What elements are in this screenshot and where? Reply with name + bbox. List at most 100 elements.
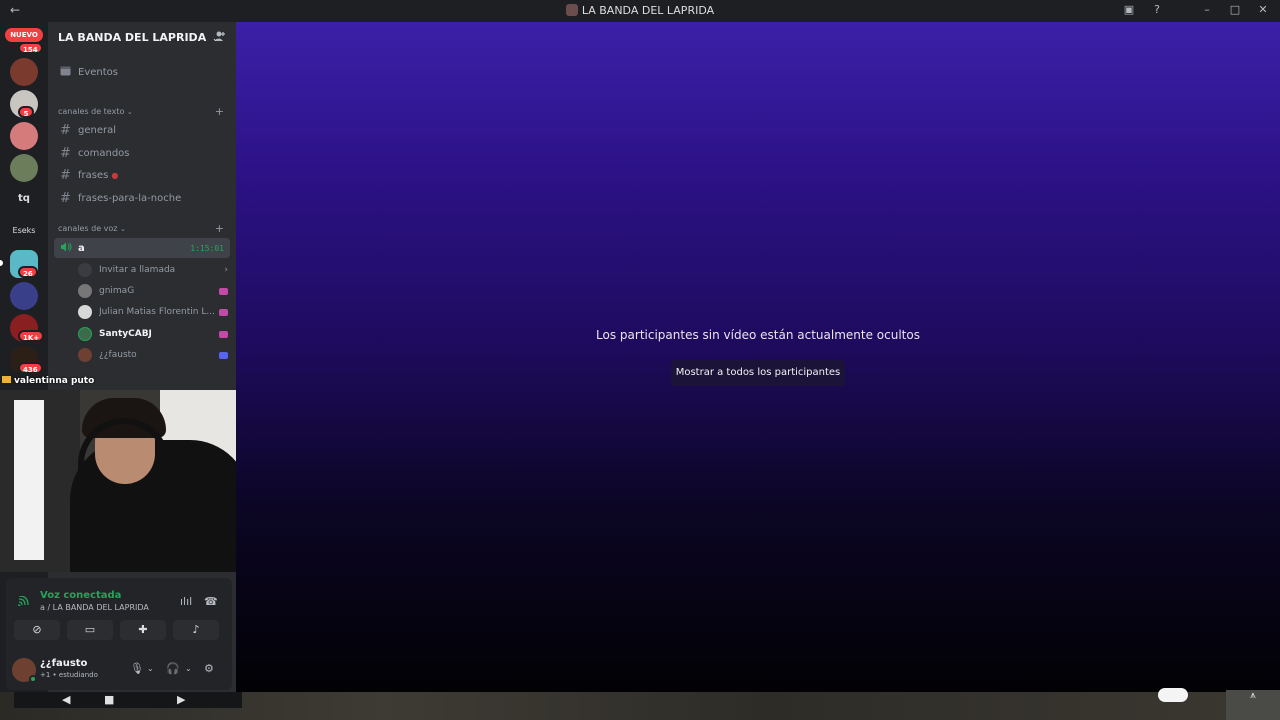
voice-channel-a[interactable]: a 1:15:01 bbox=[54, 238, 230, 258]
member-name: ¿¿fausto bbox=[99, 350, 137, 360]
game-activity-icon bbox=[219, 351, 228, 359]
member-name: gnimaG bbox=[99, 286, 135, 296]
category-voice-channels[interactable]: canales de voz ⌄ + bbox=[58, 222, 228, 235]
activities-button[interactable]: ✚ bbox=[120, 620, 166, 640]
unread-badge: 154 bbox=[18, 42, 43, 54]
hash-icon: # bbox=[60, 122, 71, 138]
events-label: Eventos bbox=[78, 66, 118, 78]
channel-label: general bbox=[78, 124, 117, 136]
member-name: SantyCABJ bbox=[99, 329, 152, 339]
unread-badge: 5 bbox=[18, 106, 34, 118]
server-avatar[interactable] bbox=[10, 154, 38, 182]
category-label: canales de texto bbox=[58, 107, 125, 116]
create-channel-icon[interactable]: + bbox=[215, 222, 224, 235]
voice-member[interactable]: SantyCABJ bbox=[78, 325, 228, 343]
server-icon bbox=[565, 4, 578, 16]
close-icon[interactable]: ✕ bbox=[1256, 3, 1270, 16]
voice-channel-label: a bbox=[78, 242, 85, 254]
server-avatar[interactable] bbox=[10, 122, 38, 150]
person-icon bbox=[78, 263, 92, 277]
title-bar: ← LA BANDA DEL LAPRIDA ▣ ? – □ ✕ bbox=[0, 0, 1280, 22]
microphone-icon[interactable]: 🎙 bbox=[130, 662, 144, 675]
headphones-icon[interactable]: 🎧 bbox=[166, 662, 180, 675]
voice-member[interactable]: gnimaG bbox=[78, 282, 228, 300]
invite-call-label: Invitar a llamada bbox=[99, 265, 176, 275]
stop-icon[interactable]: ■ bbox=[104, 693, 114, 706]
help-icon[interactable]: ? bbox=[1150, 3, 1164, 16]
server-avatar[interactable] bbox=[10, 58, 38, 86]
camera-overlay-label: valentinna puto bbox=[2, 376, 94, 386]
signal-icon[interactable] bbox=[17, 595, 30, 609]
category-text-channels[interactable]: canales de texto ⌄ + bbox=[58, 105, 228, 118]
streaming-icon bbox=[219, 330, 228, 338]
unread-badge: 1K+ bbox=[18, 330, 45, 342]
invite-to-call[interactable]: Invitar a llamada › bbox=[78, 261, 228, 279]
events-item[interactable]: Eventos bbox=[54, 62, 230, 82]
voice-timer: 1:15:01 bbox=[190, 243, 224, 253]
media-controls: ◀ ■ ▶ bbox=[14, 692, 242, 708]
voice-member[interactable]: Julian Matias Florentin L... bbox=[78, 303, 228, 321]
previous-icon[interactable]: ◀ bbox=[62, 693, 70, 706]
category-label: canales de voz bbox=[58, 224, 118, 233]
new-badge[interactable]: NUEVO bbox=[5, 28, 43, 42]
channel-frases-para-la-noche[interactable]: # frases-para-la-noche bbox=[54, 188, 230, 208]
voice-connected-subtitle[interactable]: a / LA BANDA DEL LAPRIDA bbox=[40, 603, 149, 612]
settings-gear-icon[interactable]: ⚙ bbox=[204, 662, 214, 675]
window-controls: ▣ ? – □ ✕ bbox=[1122, 3, 1270, 16]
calendar-icon bbox=[60, 65, 78, 80]
inbox-icon[interactable]: ▣ bbox=[1122, 3, 1136, 16]
hash-icon: # bbox=[60, 145, 71, 161]
noise-suppression-icon[interactable]: ılıl bbox=[180, 595, 192, 608]
hash-icon: # bbox=[60, 190, 71, 206]
user-avatar[interactable] bbox=[12, 658, 37, 683]
voice-member[interactable]: ¿¿fausto bbox=[78, 346, 228, 364]
disconnect-icon[interactable]: ☎ bbox=[204, 595, 218, 608]
create-channel-icon[interactable]: + bbox=[215, 105, 224, 118]
chevron-right-icon: › bbox=[224, 265, 228, 275]
chevron-down-icon[interactable]: ⌄ bbox=[185, 664, 192, 673]
channel-frases[interactable]: # frases ● bbox=[54, 165, 230, 185]
server-name: LA BANDA DEL LAPRIDA bbox=[58, 31, 207, 44]
avatar bbox=[78, 348, 92, 362]
server-text-tq[interactable]: tq bbox=[8, 193, 40, 204]
voice-connected-title: Voz conectada bbox=[40, 590, 122, 601]
hash-icon: # bbox=[60, 167, 71, 183]
chevron-down-icon: ⌄ bbox=[126, 108, 133, 116]
streaming-icon bbox=[219, 287, 228, 295]
speaker-icon bbox=[60, 242, 78, 255]
voice-stage: Los participantes sin vídeo están actual… bbox=[236, 22, 1280, 692]
chevron-down-icon[interactable]: ⌄ bbox=[147, 664, 154, 673]
camera-icon bbox=[2, 376, 11, 383]
server-name-header[interactable]: LA BANDA DEL LAPRIDA ⌄ bbox=[48, 22, 236, 54]
avatar bbox=[78, 305, 92, 319]
unread-badge: 26 bbox=[18, 266, 38, 278]
window-title-text: LA BANDA DEL LAPRIDA bbox=[581, 4, 715, 17]
network-icon[interactable]: ⩚ bbox=[1226, 690, 1280, 720]
screen-share-button[interactable]: ▭ bbox=[67, 620, 113, 640]
online-status-icon bbox=[29, 675, 37, 683]
user-name: ¿¿fausto bbox=[40, 658, 88, 669]
chevron-down-icon: ⌄ bbox=[120, 225, 126, 233]
unread-badge: 436 bbox=[18, 362, 43, 374]
show-all-participants-button[interactable]: Mostrar a todos los participantes bbox=[671, 360, 845, 386]
server-avatar[interactable] bbox=[10, 282, 38, 310]
camera-off-button[interactable]: ⊘ bbox=[14, 620, 60, 640]
channel-comandos[interactable]: # comandos bbox=[54, 143, 230, 163]
avatar bbox=[78, 284, 92, 298]
hidden-participants-message: Los participantes sin vídeo están actual… bbox=[596, 328, 920, 342]
maximize-icon[interactable]: □ bbox=[1228, 3, 1242, 16]
emoji-icon: ● bbox=[111, 170, 119, 180]
window-title: LA BANDA DEL LAPRIDA bbox=[0, 4, 1280, 17]
next-icon[interactable]: ▶ bbox=[177, 693, 185, 706]
server-text-esk[interactable]: Eseks bbox=[8, 226, 40, 235]
channel-label: comandos bbox=[78, 147, 130, 159]
add-member-icon[interactable] bbox=[214, 30, 226, 45]
channel-label: frases bbox=[78, 169, 109, 181]
user-status: +1 • estudiando bbox=[40, 671, 98, 679]
minimize-icon[interactable]: – bbox=[1200, 3, 1214, 16]
unread-pill bbox=[0, 260, 3, 266]
tray-app-icon[interactable] bbox=[1158, 688, 1188, 702]
soundboard-button[interactable]: ♪ bbox=[173, 620, 219, 640]
channel-general[interactable]: # general bbox=[54, 120, 230, 140]
voice-connected-panel: Voz conectada a / LA BANDA DEL LAPRIDA ı… bbox=[6, 578, 232, 690]
